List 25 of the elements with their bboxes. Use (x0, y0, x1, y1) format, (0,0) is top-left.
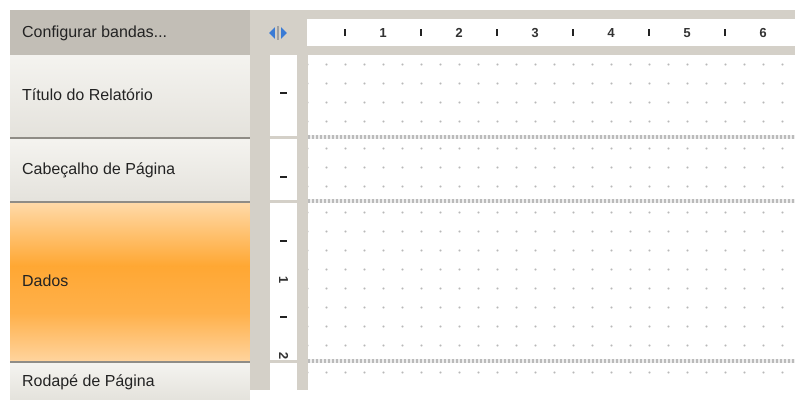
tick-mark (280, 316, 287, 318)
tick-mark (420, 29, 422, 36)
ruler-number: 1 (276, 275, 291, 283)
ruler-number: 4 (607, 25, 615, 40)
left-right-arrows-icon[interactable] (268, 24, 288, 40)
tick-mark (344, 29, 346, 36)
tick-mark (496, 29, 498, 36)
ruler-number: 2 (276, 351, 291, 359)
ruler-number: 5 (683, 25, 691, 40)
ruler-number: 3 (531, 25, 539, 40)
ruler-number: 6 (759, 25, 767, 40)
tick-mark (648, 29, 650, 36)
band-button[interactable]: Cabeçalho de Página (10, 139, 250, 203)
ruler-number: 2 (455, 25, 463, 40)
tick-mark (280, 92, 287, 94)
tick-mark (724, 29, 726, 36)
tick-mark (572, 29, 574, 36)
band-button[interactable]: Dados (10, 203, 250, 363)
tick-mark (280, 176, 287, 178)
ruler-number: 1 (379, 25, 387, 40)
band-button[interactable]: Título do Relatório (10, 55, 250, 139)
band-button[interactable]: Rodapé de Página (10, 363, 250, 400)
tick-mark (280, 240, 287, 242)
configure-bands-button[interactable]: Configurar bandas... (10, 10, 250, 55)
vertical-ruler (270, 363, 297, 390)
